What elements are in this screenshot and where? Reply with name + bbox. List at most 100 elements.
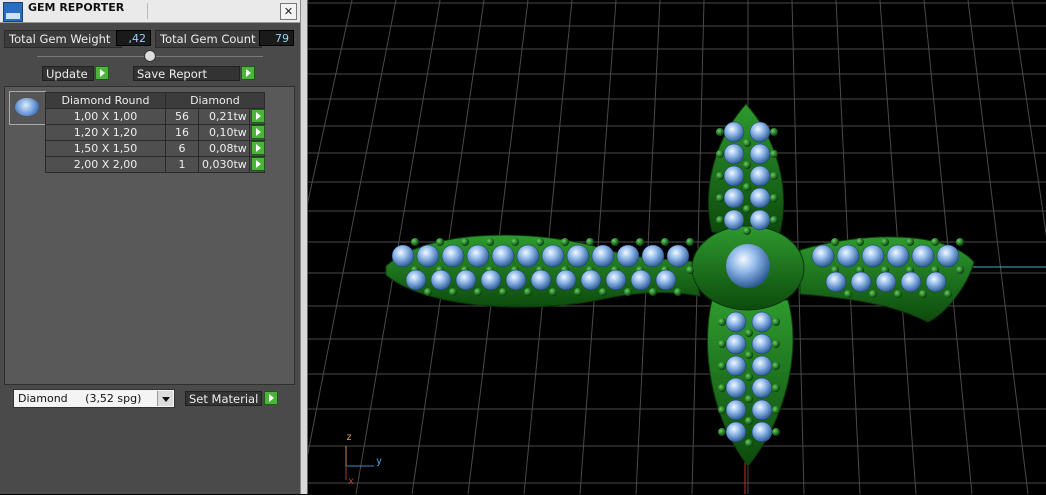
- prong-bead: [772, 318, 780, 326]
- prong-bead: [461, 238, 469, 246]
- prong-bead: [772, 340, 780, 348]
- prong-bead: [661, 238, 669, 246]
- prong-bead: [686, 238, 694, 246]
- arrow-right-icon[interactable]: [250, 109, 265, 123]
- diamond-stone: [751, 377, 773, 399]
- axis-gizmo: z y x: [338, 432, 388, 492]
- update-button[interactable]: Update: [42, 66, 94, 81]
- diamond-stone: [836, 244, 860, 268]
- diamond-stone: [725, 333, 747, 355]
- table-row: 1,50 X 1,50 6 0,08tw: [45, 140, 265, 157]
- gem-count-cell: 1: [165, 156, 199, 173]
- row-select-button[interactable]: [248, 156, 265, 173]
- prong-bead: [716, 194, 724, 202]
- gem-weight-cell: 0,030tw: [198, 156, 250, 173]
- prong-bead: [743, 139, 751, 147]
- prong-bead: [561, 238, 569, 246]
- slider-handle[interactable]: [144, 50, 156, 62]
- prong-bead: [449, 288, 457, 296]
- prong-bead: [772, 362, 780, 370]
- prong-bead: [474, 288, 482, 296]
- prong-bead: [956, 266, 964, 274]
- save-report-arrow-icon[interactable]: [241, 66, 255, 80]
- prong-bead: [718, 362, 726, 370]
- gem-weight-cell: 0,21tw: [198, 108, 250, 125]
- prong-bead: [686, 266, 694, 274]
- arrow-right-icon[interactable]: [250, 157, 265, 171]
- app-icon: [3, 2, 23, 22]
- diamond-stone: [825, 271, 847, 293]
- diamond-stone: [555, 269, 577, 291]
- diamond-stone: [405, 269, 427, 291]
- prong-bead: [716, 150, 724, 158]
- diamond-stone: [749, 209, 771, 231]
- row-select-button[interactable]: [248, 124, 265, 141]
- diamond-stone: [725, 377, 747, 399]
- prong-bead: [856, 238, 864, 246]
- table-row: 2,00 X 2,00 1 0,030tw: [45, 156, 265, 173]
- prong-bead: [436, 238, 444, 246]
- diamond-stone: [725, 421, 747, 443]
- gem-count-cell: 6: [165, 140, 199, 157]
- prong-bead: [956, 238, 964, 246]
- diamond-stone: [466, 244, 490, 268]
- save-report-button[interactable]: Save Report: [133, 66, 240, 81]
- prong-bead: [716, 216, 724, 224]
- diamond-stone: [591, 244, 615, 268]
- diamond-stone: [725, 311, 747, 333]
- prong-bead: [831, 238, 839, 246]
- prong-bead: [511, 238, 519, 246]
- diamond-stone: [530, 269, 552, 291]
- viewport-canvas[interactable]: [308, 0, 1046, 494]
- prong-bead: [770, 172, 778, 180]
- update-arrow-icon[interactable]: [95, 66, 109, 80]
- diamond-stone: [751, 355, 773, 377]
- diamond-stone: [580, 269, 602, 291]
- title-separator: [147, 3, 148, 19]
- prong-bead: [599, 288, 607, 296]
- diamond-stone: [441, 244, 465, 268]
- prong-bead: [649, 288, 657, 296]
- clover-pendant-model[interactable]: [385, 103, 975, 467]
- prong-bead: [674, 288, 682, 296]
- prong-bead: [586, 238, 594, 246]
- prong-bead: [611, 238, 619, 246]
- prong-bead: [718, 428, 726, 436]
- gem-thumbnail[interactable]: [9, 91, 46, 125]
- arrow-right-icon[interactable]: [250, 125, 265, 139]
- diamond-stone: [566, 244, 590, 268]
- arrow-right-icon[interactable]: [250, 141, 265, 155]
- diamond-stone: [723, 209, 745, 231]
- set-material-button[interactable]: Set Material: [185, 391, 262, 406]
- prong-bead: [944, 290, 952, 298]
- set-material-arrow-icon[interactable]: [264, 391, 278, 405]
- prong-bead: [844, 290, 852, 298]
- prong-bead: [772, 406, 780, 414]
- prong-bead: [931, 238, 939, 246]
- x-axis-label: x: [348, 476, 355, 487]
- diamond-stone: [505, 269, 527, 291]
- column-header: Diamond: [165, 92, 265, 109]
- row-select-button[interactable]: [248, 140, 265, 157]
- prong-bead: [636, 238, 644, 246]
- diamond-stone: [616, 244, 640, 268]
- 3d-viewport[interactable]: [308, 0, 1046, 494]
- chevron-down-icon[interactable]: [157, 391, 173, 406]
- diamond-stone: [723, 121, 745, 143]
- prong-bead: [549, 288, 557, 296]
- material-select[interactable]: Diamond (3,52 spg): [13, 389, 175, 408]
- total-gem-weight-label: Total Gem Weight: [4, 30, 122, 48]
- diamond-stone: [666, 244, 690, 268]
- prong-bead: [743, 227, 751, 235]
- prong-bead: [743, 183, 751, 191]
- gem-table: Diamond Round Diamond 1,00 X 1,00 56 0,2…: [45, 92, 265, 173]
- close-icon[interactable]: ✕: [280, 3, 297, 20]
- diamond-stone: [655, 269, 677, 291]
- prong-bead: [524, 288, 532, 296]
- panel-splitter[interactable]: [300, 0, 308, 494]
- prong-bead: [716, 172, 724, 180]
- diamond-stone: [641, 244, 665, 268]
- diamond-stone: [811, 244, 835, 268]
- row-select-button[interactable]: [248, 108, 265, 125]
- diamond-stone: [605, 269, 627, 291]
